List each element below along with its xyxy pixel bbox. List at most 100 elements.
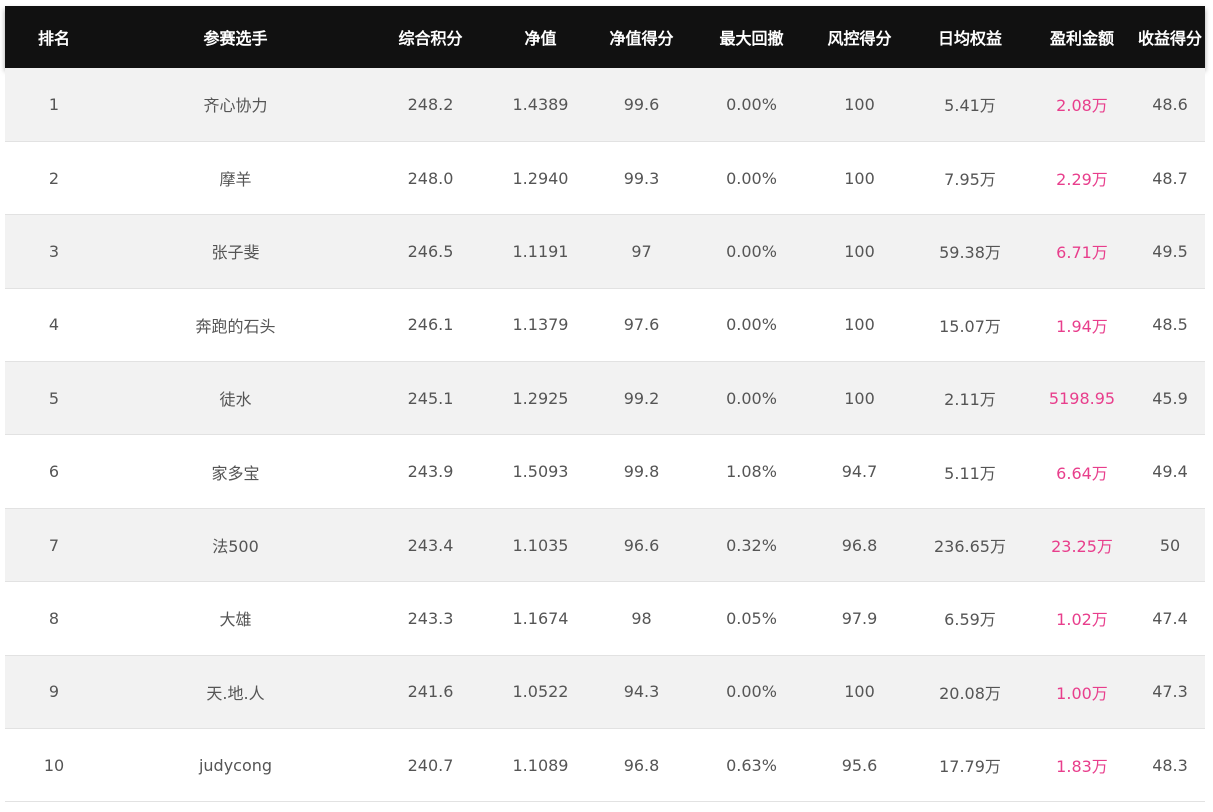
cell-risk-score: 95.6	[841, 755, 878, 775]
cell-player-name: 天.地.人	[206, 683, 265, 703]
cell-player-name: judycong	[198, 755, 273, 775]
cell-avg-equity: 2.11万	[944, 390, 996, 410]
cell-player-name: 徒水	[219, 390, 252, 410]
header-player[interactable]: 参赛选手	[103, 6, 368, 68]
cell-risk-score: 97.9	[841, 608, 878, 628]
cell-max-drawdown: 0.32%	[726, 535, 777, 555]
cell-avg-equity: 59.38万	[939, 243, 1001, 263]
header-nav-score[interactable]: 净值得分	[588, 6, 695, 68]
cell-return-score: 49.4	[1152, 462, 1188, 482]
cell-nav-score: 99.8	[623, 462, 660, 482]
cell-nav: 1.2940	[512, 168, 569, 188]
table-row[interactable]: 1 齐心协力 248.2 1.4389 99.6 0.00% 100 5.41万…	[5, 68, 1205, 142]
cell-avg-equity: 6.59万	[944, 610, 996, 630]
cell-avg-equity: 17.79万	[939, 757, 1001, 777]
header-avg-equity[interactable]: 日均权益	[911, 6, 1029, 68]
cell-total-score: 243.3	[407, 608, 454, 628]
cell-return-score: 50	[1159, 535, 1181, 555]
cell-max-drawdown: 0.00%	[726, 388, 777, 408]
cell-player-name: 法500	[212, 537, 259, 557]
cell-total-score: 240.7	[407, 755, 454, 775]
table-row[interactable]: 2 摩羊 248.0 1.2940 99.3 0.00% 100 7.95万 2…	[5, 141, 1205, 215]
cell-nav: 1.1191	[512, 241, 569, 261]
cell-rank: 5	[48, 388, 60, 408]
cell-player-name: 大雄	[219, 610, 252, 630]
table-body: 1 齐心协力 248.2 1.4389 99.6 0.00% 100 5.41万…	[5, 68, 1205, 802]
cell-rank: 4	[48, 315, 60, 335]
cell-nav-score: 98	[631, 608, 652, 628]
header-total-score[interactable]: 综合积分	[368, 6, 493, 68]
cell-nav-score: 97	[631, 241, 652, 261]
header-nav[interactable]: 净值	[493, 6, 588, 68]
cell-nav: 1.1379	[512, 315, 569, 335]
cell-nav-score: 99.2	[623, 388, 660, 408]
cell-rank: 2	[48, 168, 60, 188]
header-return-score[interactable]: 收益得分	[1135, 6, 1205, 68]
cell-total-score: 248.2	[407, 94, 454, 114]
cell-profit: 2.29万	[1056, 170, 1108, 190]
cell-return-score: 48.6	[1152, 94, 1188, 114]
cell-max-drawdown: 0.00%	[726, 241, 777, 261]
table-row[interactable]: 10 judycong 240.7 1.1089 96.8 0.63% 95.6…	[5, 728, 1205, 802]
cell-nav: 1.4389	[512, 94, 569, 114]
ranking-page: 排名 参赛选手 综合积分 净值 净值得分 最大回撤 风控得分 日均权益 盈利金额…	[0, 0, 1213, 812]
cell-return-score: 47.3	[1152, 682, 1188, 702]
header-rank[interactable]: 排名	[5, 6, 103, 68]
cell-profit: 6.71万	[1056, 243, 1108, 263]
cell-total-score: 245.1	[407, 388, 454, 408]
leaderboard-table-container: 排名 参赛选手 综合积分 净值 净值得分 最大回撤 风控得分 日均权益 盈利金额…	[5, 6, 1205, 802]
cell-avg-equity: 15.07万	[939, 316, 1001, 336]
table-row[interactable]: 3 张子斐 246.5 1.1191 97 0.00% 100 59.38万 6…	[5, 214, 1205, 289]
table-row[interactable]: 7 法500 243.4 1.1035 96.6 0.32% 96.8 236.…	[5, 508, 1205, 582]
cell-nav: 1.1035	[512, 535, 569, 555]
header-risk-score[interactable]: 风控得分	[808, 6, 911, 68]
cell-profit: 23.25万	[1051, 537, 1113, 557]
cell-max-drawdown: 0.63%	[726, 755, 777, 775]
cell-risk-score: 100	[844, 388, 875, 408]
cell-return-score: 45.9	[1152, 388, 1188, 408]
cell-total-score: 243.9	[407, 462, 454, 482]
cell-risk-score: 100	[844, 682, 875, 702]
cell-profit: 1.02万	[1056, 610, 1108, 630]
cell-profit: 2.08万	[1056, 96, 1108, 116]
cell-return-score: 48.7	[1152, 168, 1188, 188]
cell-nav: 1.0522	[512, 682, 569, 702]
cell-nav: 1.2925	[512, 388, 569, 408]
cell-avg-equity: 5.41万	[944, 96, 996, 116]
cell-rank: 1	[48, 94, 60, 114]
cell-max-drawdown: 0.00%	[726, 94, 777, 114]
cell-profit: 1.94万	[1056, 316, 1108, 336]
cell-rank: 8	[48, 608, 60, 628]
cell-risk-score: 100	[844, 94, 875, 114]
cell-nav-score: 96.8	[623, 755, 660, 775]
table-row[interactable]: 5 徒水 245.1 1.2925 99.2 0.00% 100 2.11万 5…	[5, 361, 1205, 435]
cell-profit: 1.00万	[1056, 683, 1108, 703]
cell-nav: 1.5093	[512, 462, 569, 482]
header-row: 排名 参赛选手 综合积分 净值 净值得分 最大回撤 风控得分 日均权益 盈利金额…	[5, 6, 1205, 68]
table-row[interactable]: 4 奔跑的石头 246.1 1.1379 97.6 0.00% 100 15.0…	[5, 288, 1205, 362]
cell-nav-score: 99.3	[623, 168, 660, 188]
leaderboard-table: 排名 参赛选手 综合积分 净值 净值得分 最大回撤 风控得分 日均权益 盈利金额…	[5, 6, 1205, 802]
cell-total-score: 246.5	[407, 241, 454, 261]
cell-rank: 10	[43, 755, 65, 775]
cell-avg-equity: 7.95万	[944, 170, 996, 190]
cell-nav-score: 96.6	[623, 535, 660, 555]
cell-risk-score: 96.8	[841, 535, 878, 555]
cell-player-name: 张子斐	[211, 243, 260, 263]
table-row[interactable]: 6 家多宝 243.9 1.5093 99.8 1.08% 94.7 5.11万…	[5, 434, 1205, 509]
cell-max-drawdown: 0.00%	[726, 315, 777, 335]
table-row[interactable]: 8 大雄 243.3 1.1674 98 0.05% 97.9 6.59万 1.…	[5, 581, 1205, 656]
cell-profit: 6.64万	[1056, 463, 1108, 483]
header-max-drawdown[interactable]: 最大回撤	[695, 6, 808, 68]
cell-return-score: 47.4	[1152, 608, 1188, 628]
header-profit[interactable]: 盈利金额	[1029, 6, 1135, 68]
cell-total-score: 243.4	[407, 535, 454, 555]
cell-avg-equity: 236.65万	[934, 537, 1006, 557]
cell-player-name: 齐心协力	[203, 96, 268, 116]
table-row[interactable]: 9 天.地.人 241.6 1.0522 94.3 0.00% 100 20.0…	[5, 655, 1205, 729]
cell-risk-score: 100	[844, 241, 875, 261]
cell-avg-equity: 20.08万	[939, 683, 1001, 703]
cell-return-score: 49.5	[1152, 241, 1188, 261]
cell-player-name: 摩羊	[219, 170, 252, 190]
cell-rank: 7	[48, 535, 60, 555]
